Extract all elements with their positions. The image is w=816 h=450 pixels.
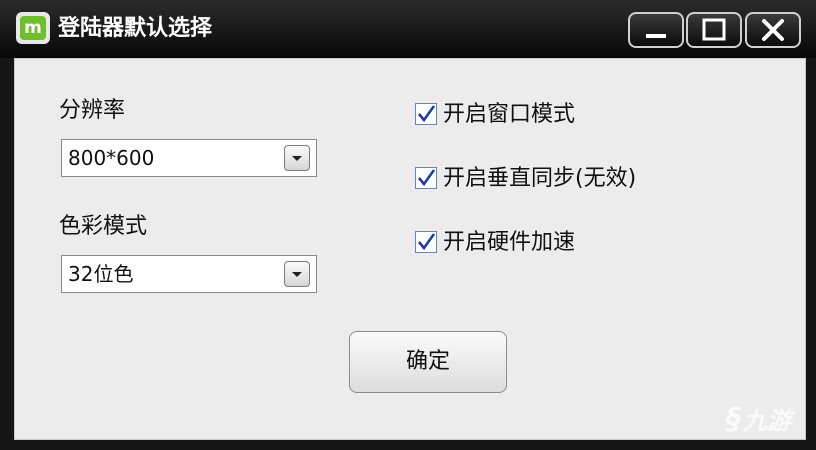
window-mode-checkbox[interactable] [415, 103, 437, 125]
color-mode-dropdown-button[interactable] [284, 261, 310, 287]
watermark-logo-icon: § [726, 402, 741, 437]
title-bar[interactable]: m 登陆器默认选择 [0, 0, 816, 58]
dialog-body: 分辨率 800*600 色彩模式 32位色 开启窗口模式 开启垂直同步(无效) … [14, 58, 806, 440]
resolution-value: 800*600 [68, 146, 155, 170]
vsync-checkbox[interactable] [415, 167, 437, 189]
resolution-dropdown-button[interactable] [284, 145, 310, 171]
close-button[interactable] [745, 12, 801, 48]
chevron-down-icon [292, 272, 302, 277]
vsync-label: 开启垂直同步(无效) [443, 166, 637, 191]
resolution-select[interactable]: 800*600 [61, 139, 317, 177]
close-icon [762, 19, 784, 41]
watermark: §九游 [726, 398, 791, 442]
maximize-icon [702, 18, 726, 41]
minimize-icon [646, 34, 666, 38]
check-icon [418, 233, 436, 251]
app-logo-text: m [20, 16, 46, 40]
color-mode-select[interactable]: 32位色 [61, 255, 317, 293]
color-mode-label: 色彩模式 [59, 214, 148, 239]
minimize-button[interactable] [628, 12, 684, 48]
hw-acceleration-label: 开启硬件加速 [443, 230, 576, 255]
check-icon [418, 169, 436, 187]
check-icon [418, 105, 436, 123]
app-logo-icon: m [16, 12, 50, 44]
resolution-label: 分辨率 [59, 98, 126, 123]
watermark-text: 九游 [743, 407, 791, 435]
chevron-down-icon [292, 156, 302, 161]
color-mode-value: 32位色 [68, 262, 134, 286]
hw-acceleration-checkbox[interactable] [415, 231, 437, 253]
ok-button[interactable]: 确定 [349, 331, 507, 393]
dialog-window: m 登陆器默认选择 分辨率 800*600 色彩模式 32位色 开启窗口模式 开… [0, 0, 816, 450]
window-mode-label: 开启窗口模式 [443, 102, 576, 127]
maximize-button[interactable] [686, 12, 742, 48]
window-title: 登陆器默认选择 [58, 16, 213, 41]
